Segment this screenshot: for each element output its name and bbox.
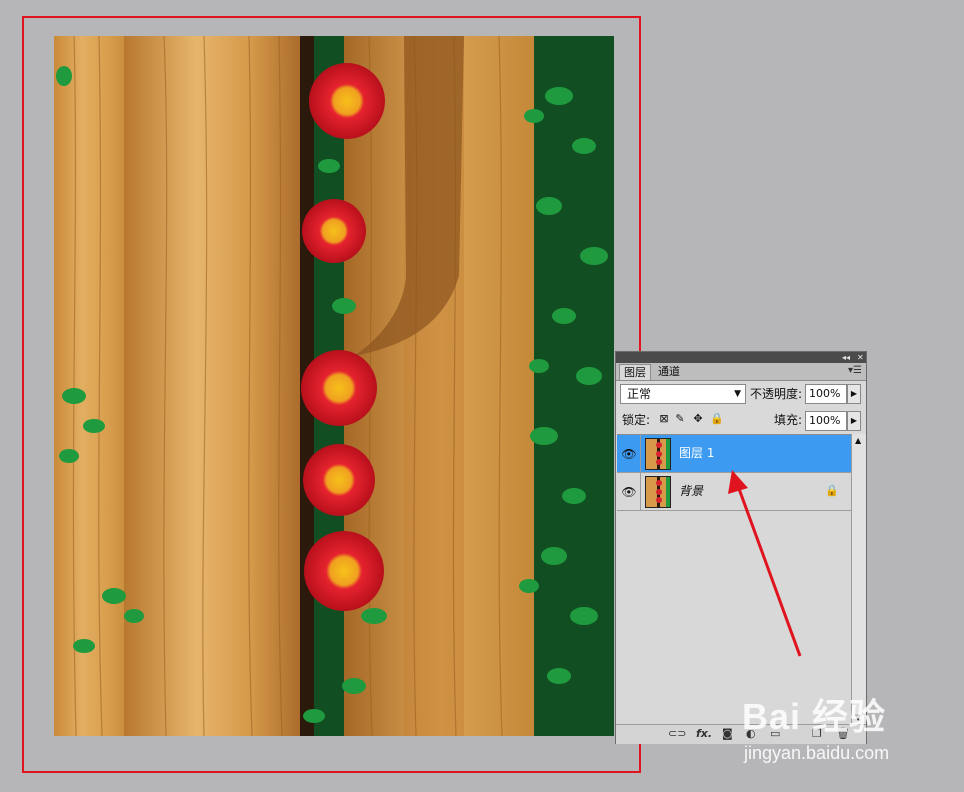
tab-channels[interactable]: 通道: [654, 364, 684, 380]
divider: [640, 473, 641, 511]
layer-name[interactable]: 图层 1: [679, 445, 714, 461]
collapse-icon[interactable]: ◂◂: [842, 352, 850, 363]
lock-all-icon[interactable]: 🔒: [710, 413, 724, 425]
lock-position-icon[interactable]: ✥: [692, 413, 704, 425]
lock-icon: 🔒: [825, 484, 839, 497]
mask-icon[interactable]: ◙: [722, 726, 733, 742]
fx-icon[interactable]: fx.: [696, 726, 712, 742]
close-icon[interactable]: ✕: [857, 352, 864, 363]
fill-label: 填充:: [774, 413, 803, 427]
opacity-slider-button[interactable]: ▶: [847, 384, 861, 404]
chevron-down-icon: ▼: [734, 389, 741, 399]
panel-menu-icon[interactable]: ▾☰: [848, 365, 862, 376]
layer-row-background[interactable]: 👁 背景 🔒: [617, 473, 851, 511]
blend-mode-select[interactable]: 正常 ▼: [620, 384, 746, 404]
divider: [640, 435, 641, 473]
opacity-label: 不透明度:: [750, 387, 803, 401]
layer-row-layer1[interactable]: 👁 图层 1: [617, 435, 851, 473]
link-icon[interactable]: ⊂⊃: [668, 726, 686, 742]
tab-layers[interactable]: 图层: [619, 364, 651, 380]
layer-thumbnail: [645, 476, 671, 508]
fill-slider-button[interactable]: ▶: [847, 411, 861, 431]
eye-icon[interactable]: 👁: [619, 444, 639, 464]
fill-input[interactable]: 100%: [805, 411, 847, 431]
eye-icon[interactable]: 👁: [619, 482, 639, 502]
lock-transparent-icon[interactable]: ⊠: [658, 413, 670, 425]
layers-scrollbar[interactable]: ▲ ▼: [851, 434, 866, 724]
layer-thumbnail: [645, 438, 671, 470]
layer-name[interactable]: 背景: [679, 483, 703, 499]
layers-list: 👁 图层 1 👁 背景 🔒: [617, 434, 851, 725]
panel-titlebar[interactable]: ◂◂ ✕: [616, 352, 866, 363]
watermark-brand: Bai 经验: [742, 696, 887, 737]
blend-mode-value: 正常: [627, 387, 652, 401]
lock-pixels-icon[interactable]: ✎: [674, 413, 686, 425]
watermark: Bai 经验 jingyan.baidu.com: [742, 688, 962, 768]
scroll-up-icon[interactable]: ▲: [855, 436, 861, 445]
opacity-input[interactable]: 100%: [805, 384, 847, 404]
panel-tabs: 图层 通道 ▾☰: [616, 363, 866, 381]
layers-panel: ◂◂ ✕ 图层 通道 ▾☰ 正常 ▼ 不透明度: 100% ▶ 锁定: ⊠ ✎ …: [615, 351, 867, 744]
watermark-url: jingyan.baidu.com: [744, 743, 890, 763]
selection-rectangle: [22, 16, 641, 773]
lock-label: 锁定:: [622, 413, 651, 427]
